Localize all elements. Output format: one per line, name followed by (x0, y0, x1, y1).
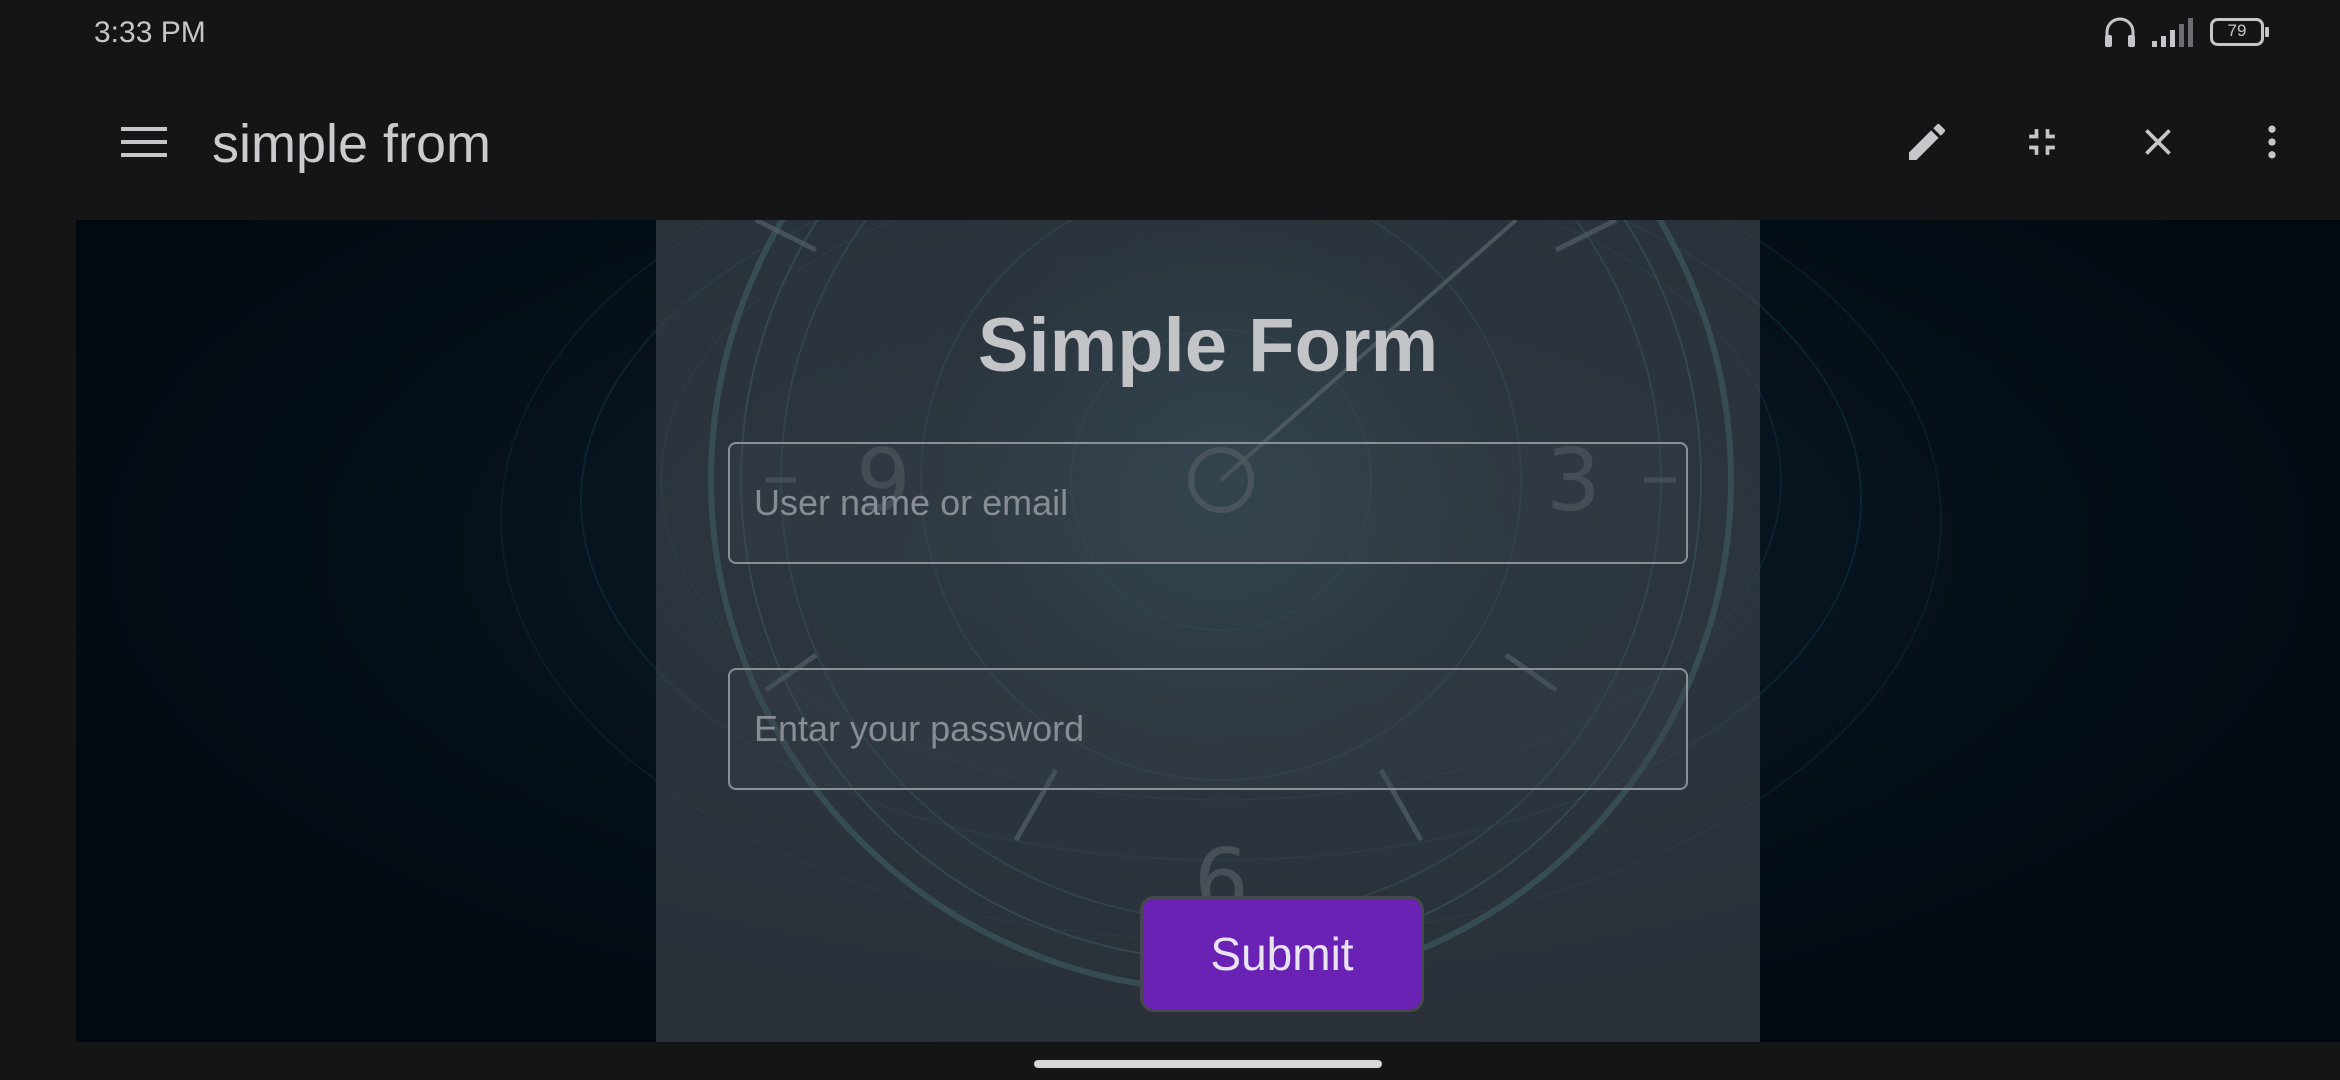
username-field[interactable] (728, 442, 1688, 564)
submit-button[interactable]: Submit (1140, 896, 1424, 1012)
menu-icon (121, 125, 167, 164)
headphones-icon (2102, 15, 2138, 49)
collapse-button[interactable] (2008, 110, 2076, 178)
status-bar: 3:33 PM 79 (0, 0, 2340, 66)
password-field[interactable] (728, 668, 1688, 790)
form-panel: Simple Form Submit (656, 220, 1760, 1042)
status-time: 3:33 PM (94, 16, 206, 49)
battery-level: 79 (2227, 21, 2247, 40)
battery-icon: 79 (2210, 18, 2270, 46)
collapse-icon (2020, 120, 2064, 169)
signal-icon (2152, 17, 2196, 47)
app-title: simple from (212, 114, 492, 174)
more-vert-icon (2250, 120, 2294, 169)
form-title: Simple Form (977, 303, 1439, 388)
password-input[interactable] (730, 670, 1686, 788)
navigation-bar (0, 1042, 2340, 1080)
edit-button[interactable] (1893, 110, 1961, 178)
status-icons: 79 (2102, 14, 2270, 50)
web-viewport: 9 3 6 Simple Form Submit (76, 220, 2340, 1042)
edit-icon (1903, 118, 1951, 171)
close-icon (2136, 120, 2180, 169)
app-bar: simple from (0, 66, 2340, 220)
menu-button[interactable] (110, 110, 178, 178)
more-options-button[interactable] (2238, 110, 2306, 178)
username-input[interactable] (730, 444, 1686, 562)
home-indicator[interactable] (1034, 1060, 1382, 1068)
close-button[interactable] (2124, 110, 2192, 178)
